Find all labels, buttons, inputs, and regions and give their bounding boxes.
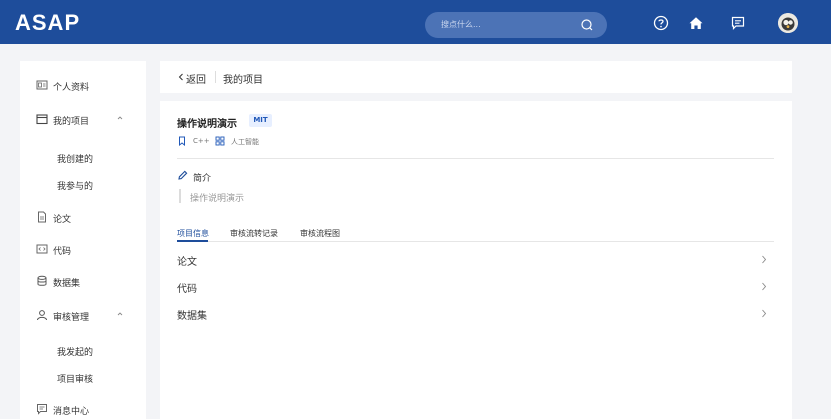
sidebar-subitem-joined[interactable]: 我参与的 bbox=[57, 179, 93, 192]
list-item-papers[interactable]: 论文 bbox=[177, 246, 774, 273]
list-item-label: 数据集 bbox=[177, 311, 207, 322]
code-icon bbox=[36, 244, 48, 254]
help-icon[interactable] bbox=[653, 15, 669, 31]
chevron-up-icon bbox=[117, 116, 123, 120]
intro-label: 简介 bbox=[193, 174, 212, 184]
sidebar-subitem-initiated[interactable]: 我发起的 bbox=[57, 345, 93, 358]
user-avatar[interactable] bbox=[778, 13, 798, 33]
sidebar-subitem-project-review[interactable]: 项目审核 bbox=[57, 372, 93, 385]
breadcrumb-separator bbox=[215, 71, 216, 83]
profile-card-icon bbox=[36, 80, 48, 90]
search-icon[interactable] bbox=[580, 18, 594, 32]
chevron-right-icon bbox=[762, 282, 767, 291]
divider bbox=[177, 158, 774, 159]
tab-project-info[interactable]: 项目信息 bbox=[177, 228, 209, 239]
list-item-label: 代码 bbox=[177, 284, 197, 295]
home-icon[interactable] bbox=[688, 15, 704, 31]
sidebar-item-datasets[interactable]: 数据集 bbox=[20, 272, 146, 292]
sidebar-subitem-created[interactable]: 我创建的 bbox=[57, 152, 93, 165]
chevron-left-icon bbox=[178, 73, 183, 81]
sidebar-item-profile[interactable]: 个人资料 bbox=[20, 76, 146, 96]
chevron-up-icon bbox=[117, 312, 123, 316]
tab-review-flowchart[interactable]: 审核流程图 bbox=[300, 228, 340, 239]
sidebar-item-label: 代码 bbox=[53, 247, 72, 257]
breadcrumb: 返回 我的项目 bbox=[160, 61, 792, 93]
sidebar-item-label: 审核管理 bbox=[53, 313, 90, 323]
list-item-label: 论文 bbox=[177, 257, 197, 268]
message-icon[interactable] bbox=[730, 15, 746, 31]
edit-icon bbox=[178, 170, 188, 180]
avatar-image-icon bbox=[778, 13, 798, 33]
sidebar-item-label: 消息中心 bbox=[53, 407, 90, 417]
document-icon bbox=[38, 211, 46, 223]
sidebar-item-code[interactable]: 代码 bbox=[20, 240, 146, 260]
list-item-datasets[interactable]: 数据集 bbox=[177, 300, 774, 327]
sidebar-item-label: 我的项目 bbox=[53, 117, 90, 127]
sidebar-item-my-projects[interactable]: 我的项目 bbox=[20, 110, 146, 130]
sidebar-item-label: 数据集 bbox=[53, 279, 81, 289]
tab-review-log[interactable]: 审核流转记录 bbox=[230, 228, 278, 239]
sidebar-item-label: 论文 bbox=[53, 215, 72, 225]
search-box[interactable]: 搜点什么... bbox=[425, 12, 607, 38]
message-icon bbox=[37, 404, 47, 415]
top-bar: ASAP 搜点什么... bbox=[0, 0, 831, 44]
sidebar-item-review[interactable]: 审核管理 bbox=[20, 306, 146, 326]
grid-icon bbox=[215, 136, 225, 146]
sidebar-item-papers[interactable]: 论文 bbox=[20, 208, 146, 228]
active-tab-indicator bbox=[177, 240, 208, 242]
chevron-right-icon bbox=[762, 255, 767, 264]
intro-quote-bar bbox=[179, 189, 181, 203]
project-title: 操作说明演示 bbox=[177, 119, 237, 130]
user-review-icon bbox=[37, 310, 47, 321]
search-placeholder: 搜点什么... bbox=[441, 20, 481, 29]
app-logo[interactable]: ASAP bbox=[15, 10, 80, 36]
database-icon bbox=[37, 275, 47, 286]
tab-bar: 项目信息 审核流转记录 审核流程图 bbox=[177, 225, 774, 242]
folder-icon bbox=[36, 114, 48, 125]
chevron-right-icon bbox=[762, 309, 767, 318]
bookmark-icon bbox=[179, 136, 185, 146]
sidebar: 个人资料 我的项目 我创建的 我参与的 论文 代码 数据集 审核管理 我发起的 … bbox=[20, 61, 146, 419]
breadcrumb-current: 我的项目 bbox=[223, 75, 263, 86]
intro-text: 操作说明演示 bbox=[190, 194, 245, 204]
sidebar-item-label: 个人资料 bbox=[53, 83, 90, 93]
sidebar-item-messages[interactable]: 消息中心 bbox=[20, 400, 146, 419]
back-label: 返回 bbox=[186, 75, 206, 86]
tag-field: 人工智能 bbox=[231, 138, 259, 146]
license-badge: MIT bbox=[249, 114, 272, 127]
project-detail-card: 操作说明演示 MIT C++ 人工智能 简介 操作说明演示 项目信息 审核流转记… bbox=[160, 101, 792, 419]
list-item-code[interactable]: 代码 bbox=[177, 273, 774, 300]
tag-language: C++ bbox=[193, 137, 210, 145]
